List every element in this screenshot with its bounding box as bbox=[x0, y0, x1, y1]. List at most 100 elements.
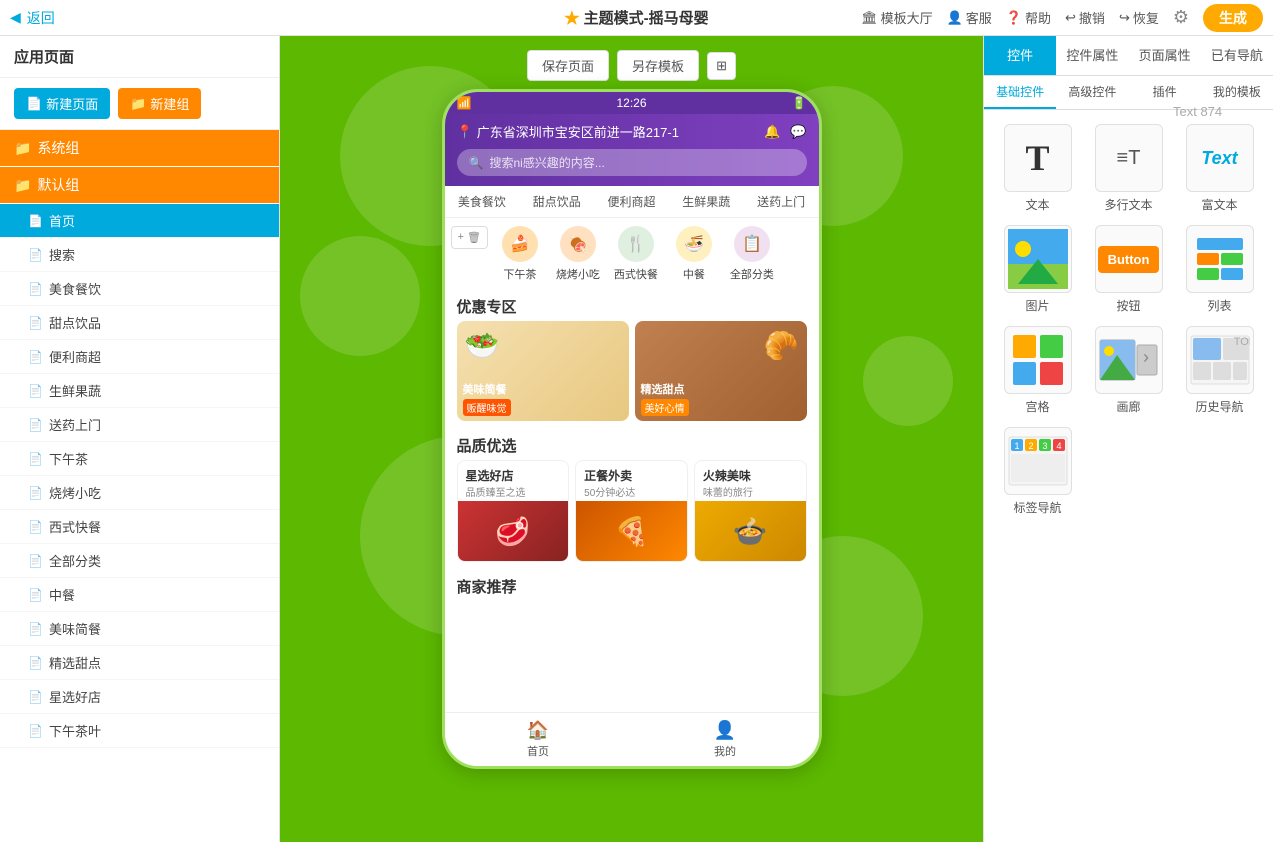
customer-service-btn[interactable]: 👤 客服 bbox=[947, 8, 992, 27]
sidebar-item-all-categories[interactable]: 📄 全部分类 bbox=[0, 544, 279, 578]
page-icon: 📄 bbox=[28, 656, 43, 670]
tab-medicine[interactable]: 送药上门 bbox=[744, 186, 819, 217]
promo-card-2[interactable]: 🥐 精选甜点 美好心情 bbox=[635, 321, 807, 421]
quality-card-3[interactable]: 火辣美味 味蕾的旅行 🍲 bbox=[694, 460, 807, 562]
sidebar-item-fresh[interactable]: 📄 生鲜果蔬 bbox=[0, 374, 279, 408]
sidebar-item-medicine[interactable]: 📄 送药上门 bbox=[0, 408, 279, 442]
category-afternoon-tea[interactable]: 🍰 下午茶 bbox=[494, 226, 546, 282]
back-arrow-icon: ◀ bbox=[10, 9, 21, 26]
sidebar-item-chinese[interactable]: 📄 中餐 bbox=[0, 578, 279, 612]
widget-history-nav[interactable]: TOP 历史导航 bbox=[1180, 326, 1259, 415]
widget-multitext[interactable]: ≡T 多行文本 bbox=[1089, 124, 1168, 213]
widget-text[interactable]: T 文本 bbox=[998, 124, 1077, 213]
bottom-nav-home[interactable]: 🏠 首页 bbox=[445, 713, 632, 766]
category-western[interactable]: 🍴 西式快餐 bbox=[610, 226, 662, 282]
promo-row: 🥗 美味简餐 贩醒味觉 🥐 精选甜点 美好心情 bbox=[445, 321, 819, 429]
widget-tag-nav-icon-box: 1 2 3 4 bbox=[1004, 427, 1072, 495]
grid-widget-icon bbox=[1011, 333, 1065, 387]
phone-settings-button[interactable]: ⊞ bbox=[707, 52, 736, 80]
search-input-area[interactable]: 🔍 搜索ni感兴趣的内容... bbox=[457, 149, 807, 176]
quality-card-2[interactable]: 正餐外卖 50分钟必达 🍕 bbox=[575, 460, 688, 562]
subtab-advanced[interactable]: 高级控件 bbox=[1056, 76, 1128, 109]
tab-widget-props[interactable]: 控件属性 bbox=[1056, 36, 1128, 75]
right-main-tabs: 控件 控件属性 页面属性 已有导航 bbox=[984, 36, 1273, 76]
title-text: 主题模式-摇马母婴 bbox=[584, 10, 709, 27]
new-group-button[interactable]: 📁 新建组 bbox=[118, 88, 201, 119]
quality-card-1[interactable]: 星选好店 品质臻至之选 🥩 bbox=[457, 460, 570, 562]
help-btn[interactable]: ❓ 帮助 bbox=[1006, 8, 1051, 27]
sidebar-item-dessert[interactable]: 📄 甜点饮品 bbox=[0, 306, 279, 340]
back-button[interactable]: ◀ 返回 bbox=[10, 8, 55, 28]
folder-icon: 📁 bbox=[130, 96, 146, 112]
category-chinese[interactable]: 🍜 中餐 bbox=[668, 226, 720, 282]
settings-icon[interactable]: ⚙ bbox=[1173, 7, 1189, 28]
back-label: 返回 bbox=[27, 8, 55, 28]
signal-icon: 📶 bbox=[457, 96, 472, 110]
promo-card-1[interactable]: 🥗 美味简餐 贩醒味觉 bbox=[457, 321, 629, 421]
sidebar-item-star-store[interactable]: 📄 星选好店 bbox=[0, 680, 279, 714]
widget-tag-nav[interactable]: 1 2 3 4 标签导航 bbox=[998, 427, 1077, 516]
widget-grid[interactable]: 宫格 bbox=[998, 326, 1077, 415]
sidebar-item-food[interactable]: 📄 美食餐饮 bbox=[0, 272, 279, 306]
page-icon: 📄 bbox=[28, 486, 43, 500]
widget-image[interactable]: 图片 bbox=[998, 225, 1077, 314]
page-icon: 📄 bbox=[28, 724, 43, 738]
sidebar-item-bbq[interactable]: 📄 烧烤小吃 bbox=[0, 476, 279, 510]
default-group[interactable]: 📁 默认组 bbox=[0, 167, 279, 203]
undo-btn[interactable]: ↩ 撤销 bbox=[1065, 8, 1105, 27]
main-layout: 应用页面 📄 新建页面 📁 新建组 📁 系统组 📁 默认组 bbox=[0, 36, 1273, 842]
page-icon: 📄 bbox=[28, 214, 43, 228]
text874-area: Text 874 bbox=[1173, 103, 1263, 189]
phone-search-bar: 🔍 搜索ni感兴趣的内容... bbox=[445, 149, 819, 186]
message-icon[interactable]: 💬 bbox=[790, 124, 806, 140]
promo-sub-2: 美好心情 bbox=[641, 399, 689, 416]
right-sidebar: 控件 控件属性 页面属性 已有导航 基础控件 高级控件 插件 我的模板 T 文本 bbox=[983, 36, 1273, 842]
tab-page-props[interactable]: 页面属性 bbox=[1129, 36, 1201, 75]
tab-fresh[interactable]: 生鲜果蔬 bbox=[669, 186, 744, 217]
left-sidebar: 应用页面 📄 新建页面 📁 新建组 📁 系统组 📁 默认组 bbox=[0, 36, 280, 842]
tab-food-drink[interactable]: 美食餐饮 bbox=[445, 186, 520, 217]
widget-button[interactable]: Button 按钮 bbox=[1089, 225, 1168, 314]
sidebar-item-simple-meal[interactable]: 📄 美味简餐 bbox=[0, 612, 279, 646]
category-bbq[interactable]: 🍖 烧烤小吃 bbox=[552, 226, 604, 282]
save-page-button[interactable]: 保存页面 bbox=[527, 50, 609, 81]
widget-list[interactable]: 列表 bbox=[1180, 225, 1259, 314]
tab-dessert[interactable]: 甜点饮品 bbox=[519, 186, 594, 217]
sidebar-item-homepage[interactable]: 📄 首页 bbox=[0, 204, 279, 238]
tab-convenience[interactable]: 便利商超 bbox=[594, 186, 669, 217]
tab-existing-nav[interactable]: 已有导航 bbox=[1201, 36, 1273, 75]
bg-circle-2 bbox=[300, 236, 420, 356]
widget-image-label: 图片 bbox=[1025, 297, 1049, 314]
new-page-button[interactable]: 📄 新建页面 bbox=[14, 88, 110, 119]
top-bar-actions: 🏛 模板大厅 👤 客服 ❓ 帮助 ↩ 撤销 ↪ 恢复 ⚙ 生成 bbox=[861, 4, 1263, 32]
sidebar-item-convenience[interactable]: 📄 便利商超 bbox=[0, 340, 279, 374]
sidebar-item-afternoon-tea[interactable]: 📄 下午茶 bbox=[0, 442, 279, 476]
sidebar-item-western[interactable]: 📄 西式快餐 bbox=[0, 510, 279, 544]
widget-gallery[interactable]: › 画廊 bbox=[1089, 326, 1168, 415]
bottom-nav-profile[interactable]: 👤 我的 bbox=[632, 713, 819, 766]
generate-button[interactable]: 生成 bbox=[1203, 4, 1263, 32]
widget-grid-label: 宫格 bbox=[1025, 398, 1049, 415]
template-hall-btn[interactable]: 🏛 模板大厅 bbox=[861, 8, 933, 27]
tab-widgets[interactable]: 控件 bbox=[984, 36, 1056, 75]
sidebar-item-selected-dessert[interactable]: 📄 精选甜点 bbox=[0, 646, 279, 680]
subtab-basic[interactable]: 基础控件 bbox=[984, 76, 1056, 109]
page-icon: 📄 bbox=[28, 622, 43, 636]
save-template-button[interactable]: 另存模板 bbox=[617, 50, 699, 81]
text874-label: Text 874 bbox=[1173, 104, 1222, 119]
widget-history-nav-icon-box: TOP bbox=[1186, 326, 1254, 394]
system-group[interactable]: 📁 系统组 bbox=[0, 130, 279, 166]
widget-tag-nav-label: 标签导航 bbox=[1013, 499, 1061, 516]
redo-btn[interactable]: ↪ 恢复 bbox=[1119, 8, 1159, 27]
category-all[interactable]: 📋 全部分类 bbox=[726, 226, 778, 282]
sidebar-item-search[interactable]: 📄 搜索 bbox=[0, 238, 279, 272]
share-icon[interactable]: 🔔 bbox=[764, 124, 780, 140]
sidebar-item-tea-leaf[interactable]: 📄 下午茶叶 bbox=[0, 714, 279, 748]
svg-text:1: 1 bbox=[1014, 441, 1019, 451]
person-icon: 👤 bbox=[947, 10, 963, 26]
widget-text-icon-box: T bbox=[1004, 124, 1072, 192]
search-icon: 🔍 bbox=[469, 156, 484, 170]
history-nav-widget-icon: TOP bbox=[1190, 335, 1250, 385]
category-add-delete[interactable]: + 🗑 bbox=[451, 226, 488, 249]
page-title: ★ 主题模式-摇马母婴 bbox=[564, 7, 708, 28]
